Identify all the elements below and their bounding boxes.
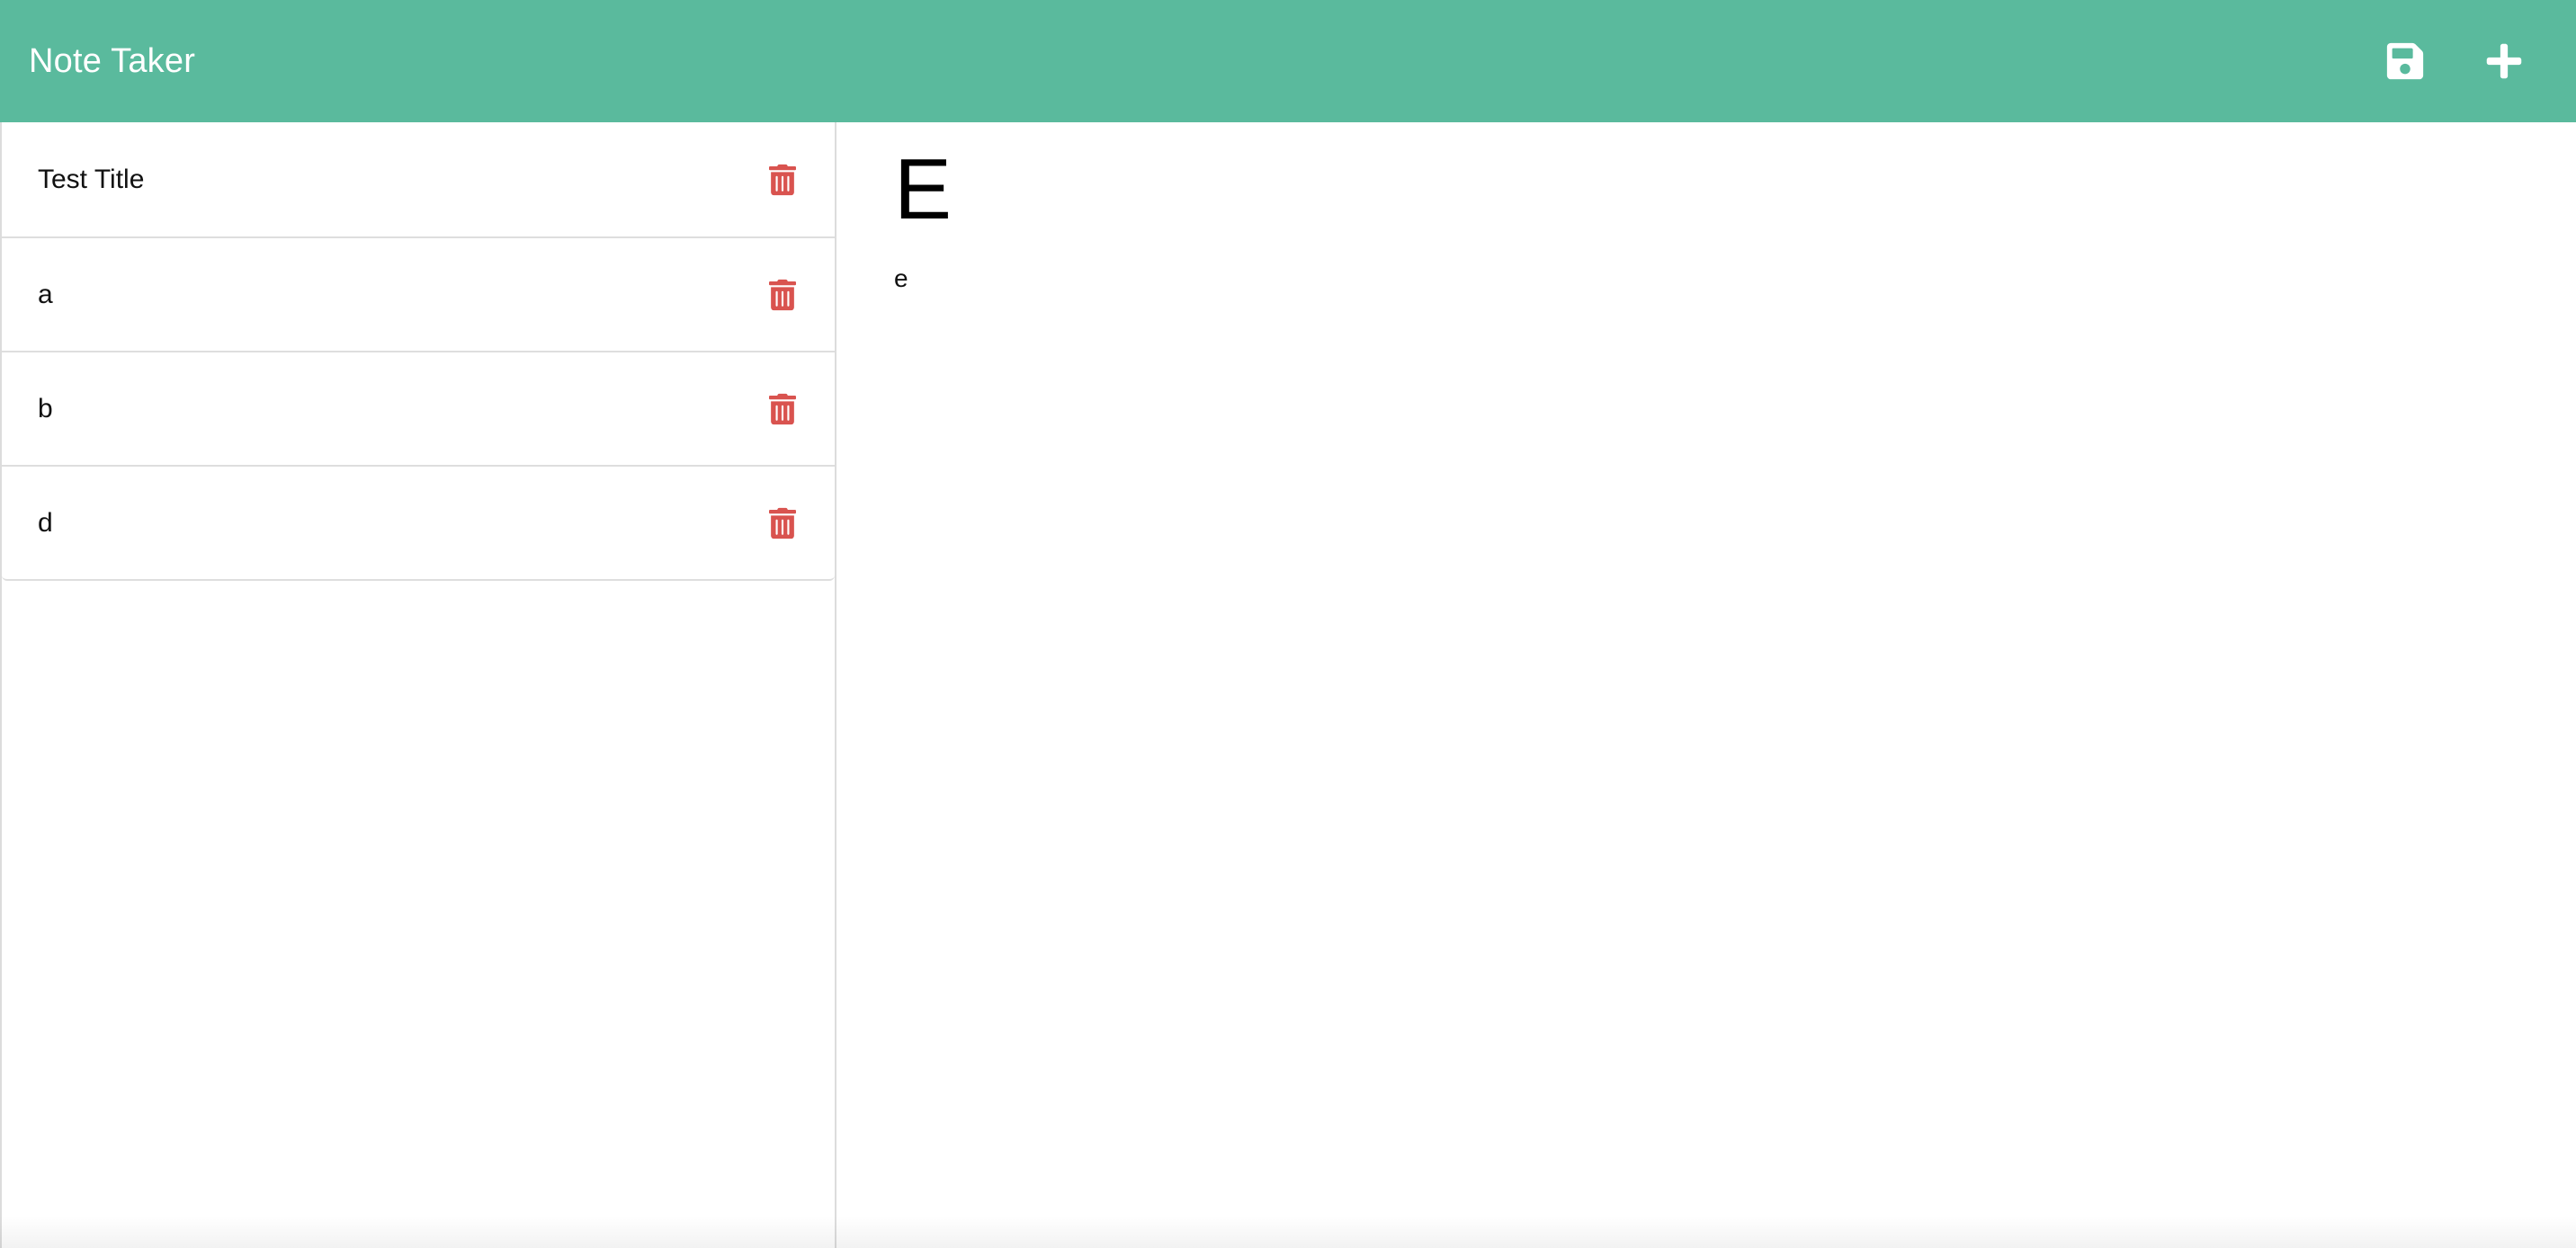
save-note-button[interactable] [2384,40,2427,83]
note-list-item[interactable]: b [2,351,835,465]
plus-icon [2486,43,2522,79]
note-list-item[interactable]: Test Title [2,122,835,236]
new-note-button[interactable] [2482,40,2526,83]
note-item-title: Test Title [38,164,145,194]
trash-icon [769,393,796,424]
note-item-title: a [38,279,53,309]
delete-note-button[interactable] [766,277,799,313]
save-icon [2386,42,2424,80]
nav-actions [2384,40,2547,83]
note-list: Test Title a b d [2,122,835,581]
delete-note-button[interactable] [766,505,799,541]
delete-note-button[interactable] [766,162,799,198]
note-list-item[interactable]: a [2,236,835,351]
trash-icon [769,507,796,539]
trash-icon [769,164,796,195]
navbar: Note Taker [0,0,2576,122]
brand-title[interactable]: Note Taker [29,42,195,81]
note-editor: e [836,122,2576,1248]
note-item-title: b [38,393,53,423]
note-text-area[interactable]: e [894,263,2518,1074]
notes-sidebar: Test Title a b d [0,122,836,1248]
delete-note-button[interactable] [766,391,799,427]
note-list-item[interactable]: d [2,465,835,579]
note-item-title: d [38,507,53,538]
trash-icon [769,279,796,310]
note-title-input[interactable] [894,142,2518,237]
